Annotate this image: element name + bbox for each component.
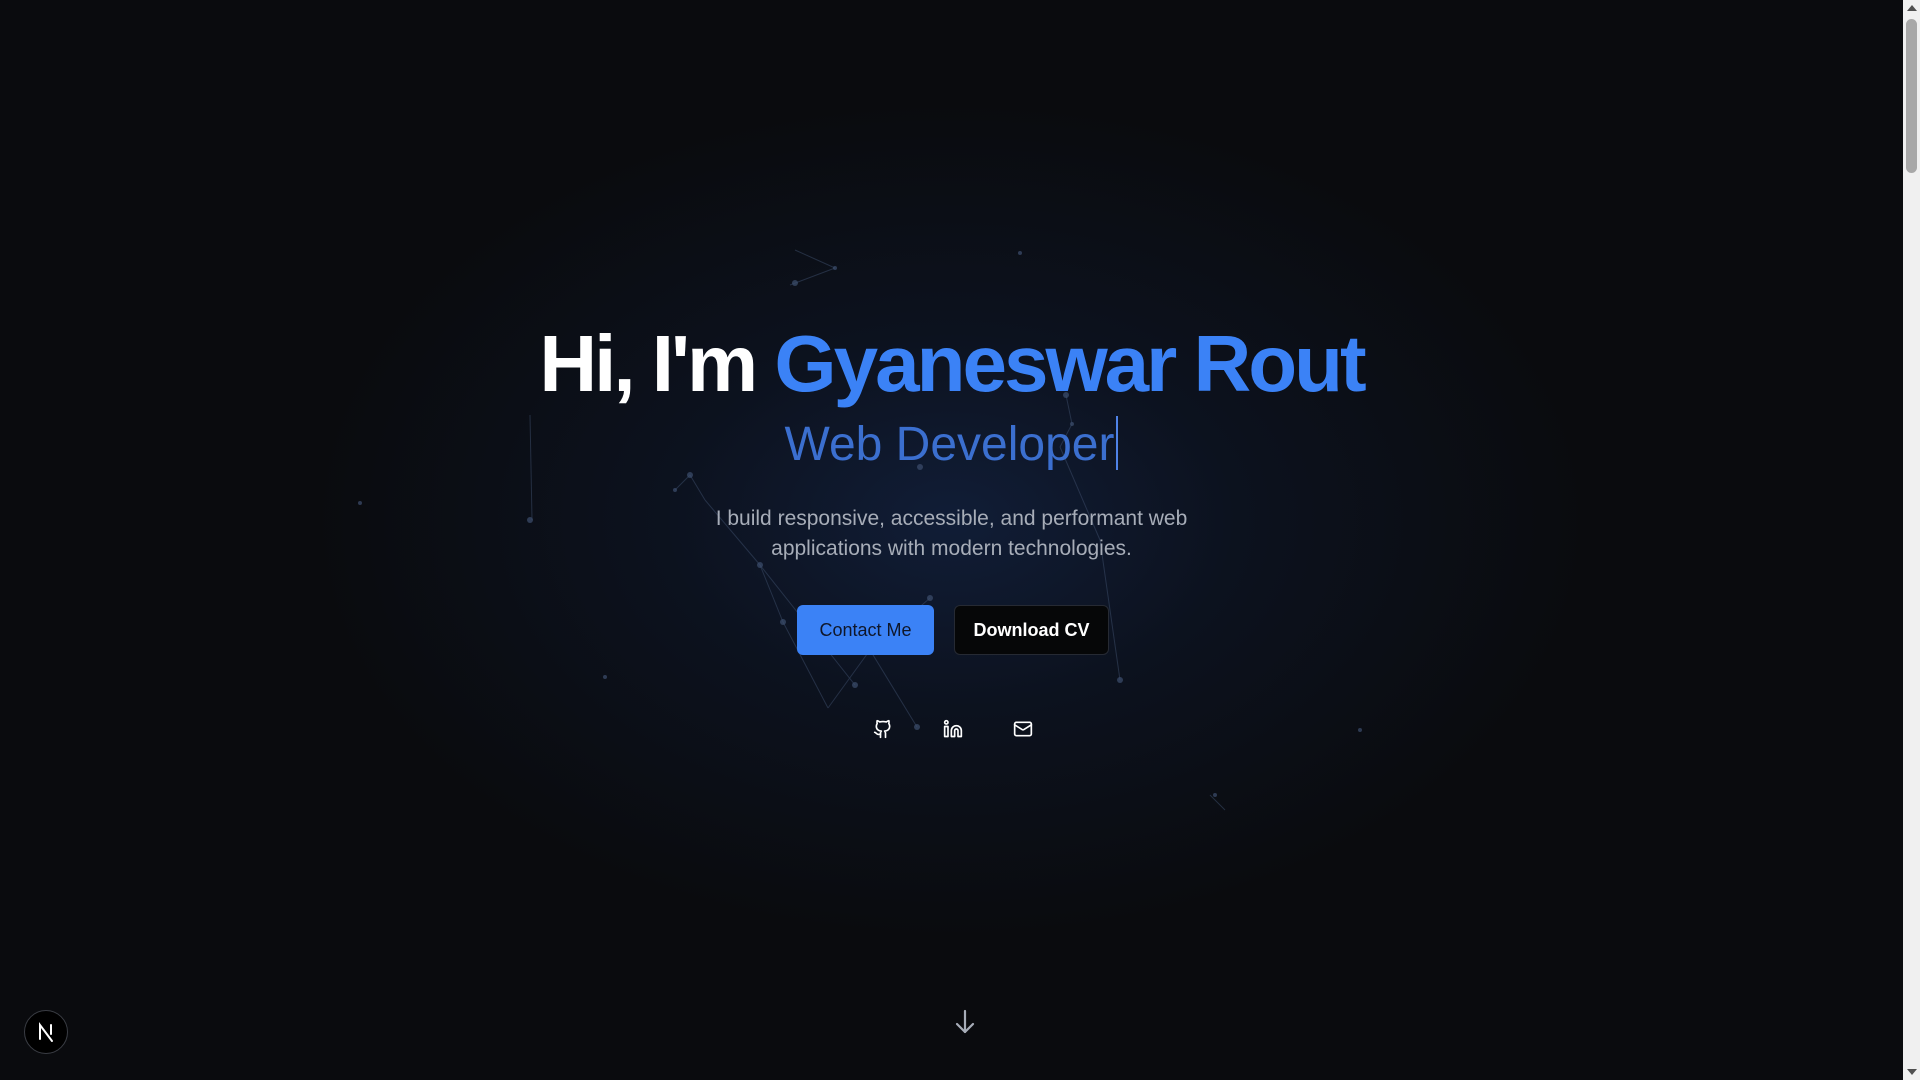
hero-role-text: Web Developer xyxy=(784,418,1115,471)
hero-role: Web Developer xyxy=(0,416,1903,474)
hero-description: I build responsive, accessible, and perf… xyxy=(715,507,1188,560)
arrow-down-icon xyxy=(955,1009,975,1034)
scrollbar-thumb[interactable] xyxy=(1906,19,1917,173)
hero-name: Gyaneswar Rout xyxy=(774,319,1366,408)
email-link[interactable] xyxy=(1011,717,1035,741)
scroll-up-arrow-icon[interactable] xyxy=(1907,5,1917,11)
nextjs-logo-icon xyxy=(39,1022,53,1042)
hero-heading: Hi, I'm Gyaneswar Rout xyxy=(0,318,1903,410)
hero-actions: Contact Me Download CV xyxy=(0,605,1903,655)
mail-icon xyxy=(1013,721,1033,737)
github-icon xyxy=(873,719,891,739)
scroll-down-arrow-icon[interactable] xyxy=(1907,1069,1917,1075)
hero-greeting: Hi, I'm xyxy=(539,319,775,408)
scroll-down-button[interactable] xyxy=(953,1008,977,1036)
nextjs-dev-indicator[interactable] xyxy=(24,1010,68,1054)
page-viewport: Hi, I'm Gyaneswar Rout Web Developer I b… xyxy=(0,0,1903,1080)
github-link[interactable] xyxy=(871,717,895,741)
download-cv-button[interactable]: Download CV xyxy=(954,605,1109,655)
social-links xyxy=(0,717,1903,741)
contact-me-button[interactable]: Contact Me xyxy=(797,605,934,655)
linkedin-icon xyxy=(943,719,963,738)
linkedin-link[interactable] xyxy=(941,717,965,741)
typing-cursor xyxy=(1116,416,1119,470)
vertical-scrollbar[interactable] xyxy=(1903,0,1920,1080)
hero-section: Hi, I'm Gyaneswar Rout Web Developer I b… xyxy=(0,318,1903,741)
